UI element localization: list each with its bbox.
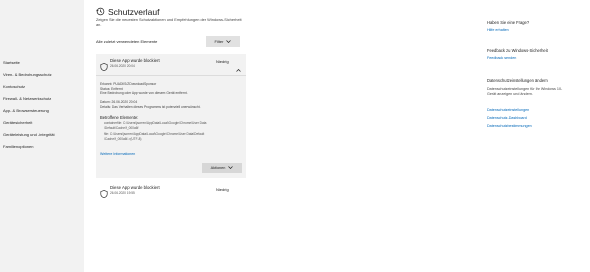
card-divider [96,75,246,76]
event-date: 26.06.2020 19:55 [110,190,135,195]
affected-items-title: Betroffene Elemente: [100,115,139,120]
help-link[interactable]: Hilfe erhalten [487,28,509,32]
main-content: Schutzverlauf Zeigen Sie die neuesten Sc… [84,0,590,272]
page-title: Schutzverlauf [108,7,160,17]
sidebar-item-virus-protection[interactable]: Viren- & Bedrohungsschutz [3,72,52,77]
affected-item: \Default\Cache\f_000a6f [104,125,139,130]
sidebar: Startseite Viren- & Bedrohungsschutz Kon… [0,0,84,272]
privacy-text: Datenschutzeinstellungen für Ihr Windows… [487,87,563,96]
sidebar-item-device-performance[interactable]: Geräteleistung und -integrität [3,132,55,137]
affected-item: containerfile: C:\Users\jsorren\AppData\… [104,121,207,125]
sidebar-item-app-browser-control[interactable]: App- & Browsersteuerung [3,108,49,113]
privacy-statement-link[interactable]: Datenschutzbestimmungen [487,124,532,128]
event-detail-line: Details: Das Verhalten dieses Programms … [100,104,201,109]
sidebar-item-family-options[interactable]: Familienoptionen [3,144,33,149]
event-severity: Niedrig [216,59,229,64]
privacy-settings-link[interactable]: Datenschutzeinstellungen [487,108,529,112]
sidebar-item-home[interactable]: Startseite [3,60,20,65]
sidebar-item-firewall[interactable]: Firewall- & Netzwerkschutz [3,96,51,101]
actions-button[interactable]: Aktionen [202,163,242,173]
feedback-link[interactable]: Feedback senden [487,56,516,60]
chevron-down-icon [228,166,234,170]
filter-button-label: Filter [214,39,224,44]
actions-button-label: Aktionen [210,166,226,170]
event-date: 26.06.2020 20:04 [110,63,135,68]
affected-item: file: C:\Users\jsorren\AppData\Local\Goo… [104,132,205,136]
privacy-title: Datenschutzeinstellungen ändern [487,78,548,83]
sidebar-item-account-protection[interactable]: Kontoschutz [3,84,25,89]
more-info-link[interactable]: Weitere Informationen [100,152,135,156]
question-title: Haben Sie eine Frage? [487,20,530,25]
feedback-title: Feedback zu Windows-Sicherheit [487,48,548,53]
filter-scope-label: Alle zuletzt verwendeten Elemente [96,39,158,44]
shield-warning-icon [100,58,108,76]
privacy-dashboard-link[interactable]: Datenschutz-Dashboard [487,116,527,120]
chevron-down-icon [226,39,232,44]
event-title: Diese App wurde blockiert [110,185,160,190]
shield-warning-icon [100,185,108,203]
event-severity: Niedrig [216,187,229,192]
sidebar-item-device-security[interactable]: Gerätesicherheit [3,120,32,125]
event-card-expanded: Diese App wurde blockiert 26.06.2020 20:… [96,54,246,178]
page-intro: Zeigen Sie die neuesten Schutzaktionen u… [96,17,242,27]
event-card-collapsed[interactable]: Diese App wurde blockiert 26.06.2020 19:… [96,181,246,201]
event-card-header[interactable]: Diese App wurde blockiert 26.06.2020 20:… [96,54,246,72]
filter-button[interactable]: Filter [206,36,240,47]
affected-item: \Cache\f_000a6f->(UTF-8) [104,136,142,141]
event-title: Diese App wurde blockiert [110,58,160,63]
event-detail-line: Eine Bedrohung oder App wurde von diesem… [100,91,188,95]
